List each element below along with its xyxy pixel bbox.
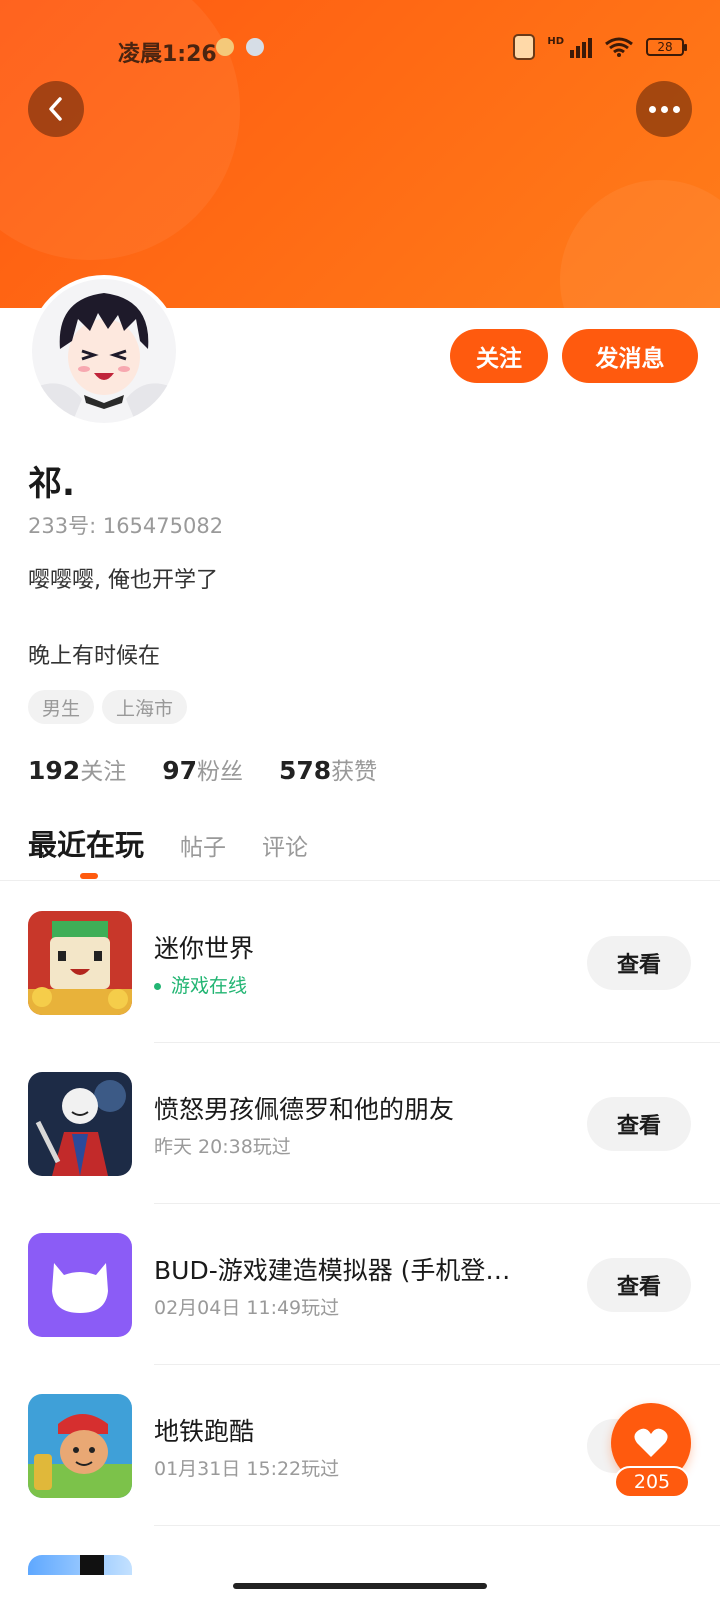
send-message-button[interactable]: 发消息 — [562, 329, 698, 383]
view-button[interactable]: 查看 — [587, 936, 691, 990]
game-last-played: 02月04日 11:49玩过 — [154, 1297, 340, 1319]
chevron-left-icon — [49, 97, 62, 121]
game-status: 游戏在线 — [154, 971, 247, 998]
bio-line: 嘤嘤嘤, 俺也开学了 — [28, 568, 218, 593]
app-status-icon — [513, 34, 536, 60]
user-id: 233号: 165475082 — [28, 514, 224, 538]
divider — [154, 1203, 720, 1204]
game-title: 愤怒男孩佩德罗和他的朋友 — [154, 1095, 455, 1124]
profile-tabs: 最近在玩 帖子 评论 — [28, 822, 308, 864]
tab-recently-played[interactable]: 最近在玩 — [28, 822, 144, 864]
stat-value: 578 — [278, 756, 332, 785]
active-tab-indicator — [80, 873, 98, 879]
game-last-played: 01月31日 15:22玩过 — [154, 1458, 340, 1480]
username: 祁. — [28, 464, 75, 504]
game-icon — [28, 1555, 132, 1575]
home-indicator[interactable] — [233, 1583, 487, 1589]
like-count: 205 — [614, 1466, 690, 1498]
likes-stat[interactable]: 578获赞 — [279, 752, 377, 786]
game-icon — [28, 1233, 132, 1337]
back-button[interactable] — [28, 81, 84, 137]
game-icon — [28, 911, 132, 1015]
bio-line: 晚上有时候在 — [28, 644, 161, 669]
game-title: 地铁跑酷 — [154, 1417, 255, 1446]
stat-label: 关注 — [80, 759, 127, 785]
game-title: BUD-游戏建造模拟器 (手机登… — [154, 1256, 511, 1285]
divider — [154, 1364, 720, 1365]
view-button[interactable]: 查看 — [587, 1258, 691, 1312]
game-icon — [28, 1072, 132, 1176]
divider — [154, 1042, 720, 1043]
status-bar: 凌晨1:26 HD 28 — [0, 0, 720, 100]
stat-value: 97 — [162, 756, 197, 785]
battery-icon: 28 — [646, 38, 687, 56]
game-status-text: 游戏在线 — [171, 975, 248, 997]
stat-label: 粉丝 — [196, 759, 243, 785]
game-item[interactable]: 迷你世界 游戏在线 查看 — [0, 911, 720, 1073]
more-button[interactable] — [636, 81, 692, 137]
online-dot-icon — [154, 983, 161, 990]
avatar[interactable] — [28, 275, 180, 427]
game-icon — [28, 1394, 132, 1498]
wifi-icon — [605, 37, 633, 57]
divider — [0, 880, 720, 881]
stat-value: 192 — [28, 756, 81, 785]
game-item[interactable]: BUD-游戏建造模拟器 (手机登… 02月04日 11:49玩过 查看 — [0, 1233, 720, 1395]
avatar-image — [32, 279, 176, 423]
hd-indicator: HD — [547, 35, 564, 47]
game-title: 迷你世界 — [154, 934, 255, 963]
game-item[interactable]: 愤怒男孩佩德罗和他的朋友 昨天 20:38玩过 查看 — [0, 1072, 720, 1234]
divider — [154, 1525, 720, 1526]
profile-tags: 男生 上海市 — [28, 690, 188, 724]
follow-button[interactable]: 关注 — [450, 329, 548, 383]
gender-tag: 男生 — [28, 690, 95, 724]
game-last-played: 昨天 20:38玩过 — [154, 1136, 291, 1158]
notification-icon — [216, 38, 234, 56]
status-time: 凌晨1:26 — [118, 42, 217, 67]
tab-comments[interactable]: 评论 — [262, 828, 308, 862]
notification-icon — [246, 38, 264, 56]
game-item[interactable]: 地铁跑酷 01月31日 15:22玩过 查看 — [0, 1394, 720, 1556]
tab-posts[interactable]: 帖子 — [180, 828, 226, 862]
location-tag: 上海市 — [102, 690, 188, 724]
view-button[interactable]: 查看 — [587, 1097, 691, 1151]
followers-stat[interactable]: 97粉丝 — [162, 752, 243, 786]
stat-label: 获赞 — [331, 759, 378, 785]
more-dots-icon — [648, 105, 680, 113]
signal-icon — [570, 36, 592, 58]
following-stat[interactable]: 192关注 — [28, 752, 126, 786]
battery-level: 28 — [657, 40, 673, 54]
profile-stats: 192关注 97粉丝 578获赞 — [28, 752, 377, 786]
heart-icon — [634, 1428, 668, 1457]
